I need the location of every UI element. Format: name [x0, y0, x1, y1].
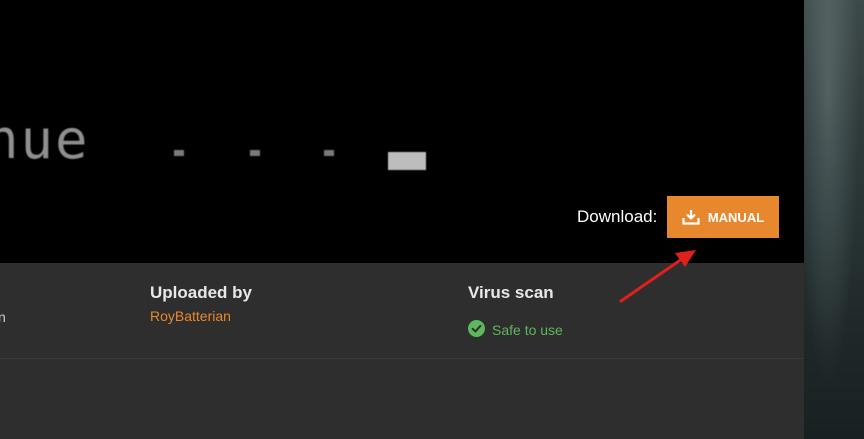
terminal-dot	[324, 150, 334, 156]
uploaded-by-title: Uploaded by	[150, 283, 253, 302]
truncated-info-value: n	[0, 309, 6, 325]
virus-scan-status-text: Safe to use	[492, 322, 563, 338]
annotation-arrow	[619, 250, 696, 303]
download-label: Download:	[577, 207, 658, 226]
main-content: nue Download: MANUAL n Uploaded by RoyBa…	[0, 0, 804, 439]
terminal-dot	[174, 150, 184, 156]
video-preview[interactable]: nue Download: MANUAL	[0, 0, 804, 263]
virus-scan-title: Virus scan	[468, 283, 554, 302]
background-landscape-image	[804, 0, 864, 439]
terminal-dot	[250, 150, 260, 156]
uploader-link[interactable]: RoyBatterian	[150, 308, 231, 324]
manual-download-label: MANUAL	[707, 209, 765, 225]
terminal-cursor	[388, 152, 426, 170]
terminal-text: nue	[0, 108, 90, 171]
mist-overlay	[804, 0, 864, 439]
virus-scan-status: Safe to use	[468, 320, 563, 340]
download-icon	[682, 209, 700, 225]
manual-download-button[interactable]: MANUAL	[667, 196, 779, 238]
check-circle-icon	[468, 320, 485, 340]
